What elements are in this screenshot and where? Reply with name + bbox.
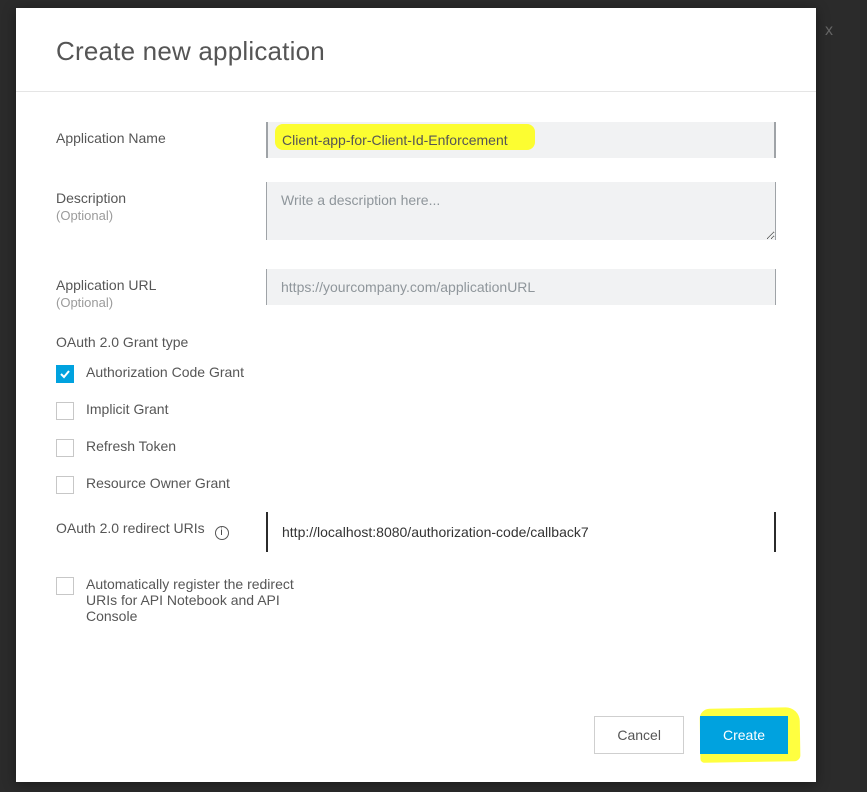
label-description: Description (Optional) xyxy=(56,182,266,223)
application-name-input[interactable] xyxy=(267,122,775,158)
row-redirect-uris: OAuth 2.0 redirect URIs i xyxy=(56,512,776,552)
row-application-name: Application Name xyxy=(56,122,776,158)
auto-register-label: Automatically register the redirect URIs… xyxy=(86,576,296,624)
grant-resource-owner-row: Resource Owner Grant xyxy=(56,475,776,494)
auto-register-row: Automatically register the redirect URIs… xyxy=(56,576,296,624)
create-application-dialog: Create new application Application Name … xyxy=(16,8,816,782)
description-textarea[interactable] xyxy=(266,182,776,240)
oauth-grant-type-heading: OAuth 2.0 Grant type xyxy=(56,334,776,350)
grant-implicit-label: Implicit Grant xyxy=(86,401,168,417)
grant-resource-owner-checkbox[interactable] xyxy=(56,476,74,494)
label-redirect-uris-text: OAuth 2.0 redirect URIs xyxy=(56,520,205,536)
label-application-url: Application URL (Optional) xyxy=(56,269,266,310)
cancel-button[interactable]: Cancel xyxy=(594,716,684,754)
row-application-url: Application URL (Optional) xyxy=(56,269,776,310)
grant-authorization-code-checkbox[interactable] xyxy=(56,365,74,383)
label-application-url-text: Application URL xyxy=(56,277,156,293)
label-description-optional: (Optional) xyxy=(56,208,266,223)
background-close-x: x xyxy=(825,22,833,40)
label-application-url-optional: (Optional) xyxy=(56,295,266,310)
grant-implicit-checkbox[interactable] xyxy=(56,402,74,420)
grant-authorization-code-label: Authorization Code Grant xyxy=(86,364,244,380)
redirect-uri-input[interactable] xyxy=(266,512,776,552)
dialog-body: Application Name Description (Optional) xyxy=(16,92,816,696)
dialog-footer: Cancel Create xyxy=(16,696,816,782)
label-redirect-uris: OAuth 2.0 redirect URIs i xyxy=(56,512,266,540)
row-description: Description (Optional) xyxy=(56,182,776,245)
info-icon[interactable]: i xyxy=(215,526,229,540)
application-url-input[interactable] xyxy=(266,269,776,305)
grant-refresh-checkbox[interactable] xyxy=(56,439,74,457)
dialog-title: Create new application xyxy=(56,36,776,67)
grant-resource-owner-label: Resource Owner Grant xyxy=(86,475,230,491)
grant-implicit-row: Implicit Grant xyxy=(56,401,776,420)
auto-register-checkbox[interactable] xyxy=(56,577,74,595)
label-description-text: Description xyxy=(56,190,126,206)
label-application-name: Application Name xyxy=(56,122,266,146)
grant-refresh-row: Refresh Token xyxy=(56,438,776,457)
dialog-header: Create new application xyxy=(16,8,816,92)
create-button[interactable]: Create xyxy=(700,716,788,754)
grant-refresh-label: Refresh Token xyxy=(86,438,176,454)
grant-authorization-code-row: Authorization Code Grant xyxy=(56,364,296,383)
